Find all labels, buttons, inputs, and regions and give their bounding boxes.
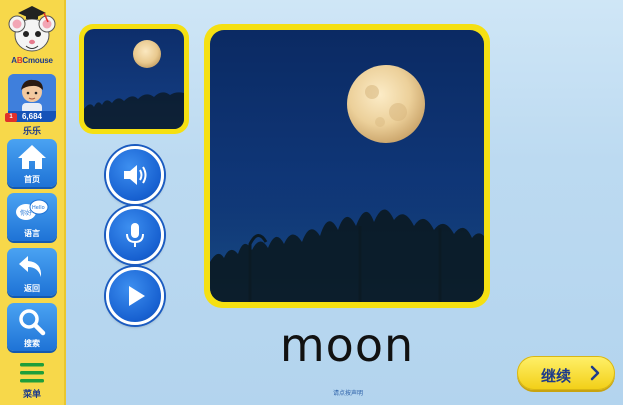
level-badge: 1	[5, 113, 17, 122]
play-button[interactable]	[106, 267, 164, 325]
bubble-hello-cn: 你好	[20, 209, 32, 217]
profile-name: 乐乐	[22, 126, 41, 136]
home-icon	[18, 145, 46, 169]
microphone-button[interactable]	[106, 206, 164, 264]
moon-photo	[210, 30, 484, 302]
menu-label: 菜单	[22, 389, 41, 399]
nav-language-button[interactable]: 你好 Hello 语言	[7, 193, 57, 241]
thumbnail-card[interactable]	[79, 24, 189, 134]
vocabulary-word: moon	[279, 318, 415, 372]
nav-home-button[interactable]: 首页	[7, 139, 57, 187]
chevron-right-icon	[590, 365, 600, 381]
thumbnail-moon-image	[84, 29, 184, 129]
back-arrow-icon	[19, 256, 42, 277]
sidebar: ABCmouse 6,684 1 乐乐 首页 你好 Hello 语言 返回 搜索…	[0, 0, 66, 405]
speaker-button[interactable]	[106, 146, 164, 204]
nav-back-label: 返回	[24, 284, 40, 293]
continue-button[interactable]: 继续	[517, 356, 615, 390]
menu-button[interactable]: 菜单	[10, 360, 54, 404]
magnifier-icon	[19, 309, 46, 336]
main-image-card	[204, 24, 490, 308]
speaker-icon	[124, 165, 147, 185]
continue-label: 继续	[541, 368, 572, 385]
bubble-hello-en: Hello	[32, 205, 45, 211]
nav-language-label: 语言	[24, 229, 40, 238]
chat-bubbles-icon: 你好 Hello	[16, 199, 49, 220]
microphone-icon	[126, 223, 144, 247]
hamburger-icon	[20, 363, 44, 383]
footnote-text[interactable]: 请点按声明	[300, 388, 396, 397]
avatar-portrait-icon	[8, 74, 56, 114]
nav-home-label: 首页	[24, 175, 40, 184]
nav-search-label: 搜索	[24, 339, 40, 348]
play-icon	[129, 286, 145, 306]
nav-search-button[interactable]: 搜索	[7, 303, 57, 351]
nav-back-button[interactable]: 返回	[7, 248, 57, 296]
logo-wordmark: ABCmouse	[11, 56, 53, 65]
